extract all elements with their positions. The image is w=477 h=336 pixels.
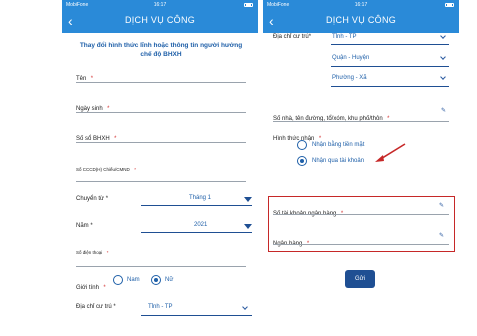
address-province-value: Tỉnh - TP [148,304,173,310]
page-title: DỊCH VỤ CÔNG [124,15,196,25]
transfer-from-value: Tháng 1 [189,195,212,201]
address-select[interactable]: Địa chỉ cư trú * Tỉnh - TP [76,302,252,316]
bank-transfer-radio[interactable] [297,156,307,166]
street-field[interactable]: Số nhà, tên đường, tổ/xóm, khu phố/thôn … [273,107,449,122]
ward-value: Phường - Xã [332,75,367,81]
address-label: Địa chỉ cư trú * [76,304,116,310]
id-number-label: Số CCCD(H) Chiếu/CMND [76,167,130,172]
phone-label: Số điện thoại [76,250,103,255]
name-field[interactable]: Tên * [76,67,246,83]
province-value: Tỉnh - TP [332,34,357,40]
chevron-down-icon [242,304,248,310]
gender-male-label: Nam [127,277,140,283]
gender-female-radio[interactable] [151,275,161,285]
gender-female-label: Nữ [165,277,174,283]
chevron-down-icon [440,74,446,80]
receive-method-group: Hình thức nhận * [273,136,322,142]
pencil-icon[interactable]: ✎ [441,107,446,114]
gender-male-radio[interactable] [113,275,123,285]
cash-option-label: Nhận bằng tiền mặt [312,142,365,148]
gender-group: Giới tính * Nam Nữ [76,275,174,291]
address-province-select[interactable]: Địa chỉ cư trú* Tỉnh - TP [273,33,449,45]
bhxh-number-field[interactable]: Số sổ BHXH * [76,127,246,143]
phone-field[interactable]: Số điện thoại * [76,241,246,267]
status-bar: MobiFone 16:17 [62,0,258,10]
chevron-down-icon [440,54,446,60]
ward-select[interactable]: Phường - Xã [273,74,449,87]
transfer-from-select[interactable]: Chuyển từ * Tháng 1 [76,194,252,206]
bank-transfer-option-label: Nhận qua tài khoản [312,158,365,164]
bank-info-highlight-box [268,196,455,252]
nav-bar: ‹ DỊCH VỤ CÔNG [62,10,258,33]
page-title: DỊCH VỤ CÔNG [325,15,397,25]
district-value: Quận - Huyện [332,55,370,61]
battery-icon [244,3,253,7]
transfer-from-label: Chuyển từ * [76,196,109,202]
year-select[interactable]: Năm * 2021 [76,221,252,233]
district-select[interactable]: Quận - Huyện [273,54,449,67]
clock: 16:17 [153,2,167,8]
form-heading: Thay đổi hình thức lĩnh hoặc thông tin n… [79,42,243,58]
dropdown-arrow-icon [244,197,252,202]
dob-field[interactable]: Ngày sinh * [76,97,246,113]
send-button[interactable]: Gửi [345,270,375,288]
dropdown-arrow-icon [244,224,252,229]
cash-radio[interactable] [297,140,307,150]
receive-method-label: Hình thức nhận [273,136,315,142]
battery-icon [445,3,454,7]
chevron-down-icon [440,33,446,39]
annotation-arrow [375,143,406,162]
gender-label: Giới tính [76,285,99,291]
year-value: 2021 [194,222,208,228]
year-label: Năm * [76,223,93,229]
clock: 16:17 [354,2,368,8]
id-number-field[interactable]: Số CCCD(H) Chiếu/CMND * [76,158,246,182]
nav-bar: ‹ DỊCH VỤ CÔNG [263,10,459,33]
phone-screen-left: MobiFone 16:17 ‹ DỊCH VỤ CÔNG Thay đổi h… [62,0,258,336]
address-label: Địa chỉ cư trú* [273,34,312,40]
status-bar: MobiFone 16:17 [263,0,459,10]
